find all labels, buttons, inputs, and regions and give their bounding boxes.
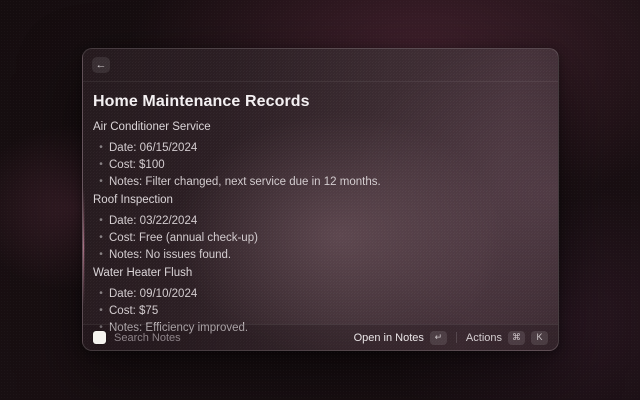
record-item: •Date: 06/15/2024 (93, 142, 548, 154)
record-item-text: Cost: $75 (109, 305, 158, 317)
actions-button[interactable]: Actions ⌘ K (466, 331, 548, 345)
footer-divider (456, 332, 457, 343)
record-section-heading: Water Heater Flush (93, 267, 548, 279)
record-item-text: Date: 03/22/2024 (109, 215, 197, 227)
footer-extension-info: Search Notes (93, 331, 181, 344)
bullet-dot: • (93, 159, 109, 171)
record-item: •Notes: No issues found. (93, 249, 548, 261)
bullet-dot: • (93, 288, 109, 300)
record-item-text: Cost: $100 (109, 159, 165, 171)
bullet-dot: • (93, 215, 109, 227)
record-item: •Cost: Free (annual check-up) (93, 232, 548, 244)
record-list: •Date: 06/15/2024 •Cost: $100 •Notes: Fi… (93, 142, 548, 188)
record-section: Air Conditioner Service •Date: 06/15/202… (93, 121, 548, 188)
actions-label: Actions (466, 332, 502, 344)
record-item-text: Cost: Free (annual check-up) (109, 232, 258, 244)
search-notes-label: Search Notes (114, 332, 181, 344)
record-list: •Date: 03/22/2024 •Cost: Free (annual ch… (93, 215, 548, 261)
notes-detail-panel: ← Home Maintenance Records Air Condition… (82, 48, 559, 351)
k-key-icon: K (531, 331, 548, 345)
bullet-dot: • (93, 249, 109, 261)
footer-bar: Search Notes Open in Notes ↵ Actions ⌘ K (83, 324, 558, 350)
record-item: •Cost: $100 (93, 159, 548, 171)
bullet-dot: • (93, 142, 109, 154)
return-key-icon: ↵ (430, 331, 447, 345)
record-section-heading: Roof Inspection (93, 194, 548, 206)
back-arrow-icon: ← (96, 60, 107, 71)
open-in-notes-label: Open in Notes (354, 332, 424, 344)
footer-actions: Open in Notes ↵ Actions ⌘ K (354, 331, 548, 345)
record-item: •Date: 03/22/2024 (93, 215, 548, 227)
record-item: •Notes: Filter changed, next service due… (93, 176, 548, 188)
bullet-dot: • (93, 232, 109, 244)
record-item-text: Notes: Filter changed, next service due … (109, 176, 381, 188)
notes-app-icon (93, 331, 106, 344)
record-item-text: Date: 06/15/2024 (109, 142, 197, 154)
record-item: •Cost: $75 (93, 305, 548, 317)
header-bar: ← (83, 49, 558, 82)
record-section: Roof Inspection •Date: 03/22/2024 •Cost:… (93, 194, 548, 261)
desktop-background: ← Home Maintenance Records Air Condition… (0, 0, 640, 400)
record-item-text: Date: 09/10/2024 (109, 288, 197, 300)
record-item-text: Notes: No issues found. (109, 249, 231, 261)
open-in-notes-button[interactable]: Open in Notes ↵ (354, 331, 447, 345)
page-title: Home Maintenance Records (93, 93, 548, 110)
note-content: Home Maintenance Records Air Conditioner… (83, 82, 558, 334)
command-key-icon: ⌘ (508, 331, 525, 345)
record-item: •Date: 09/10/2024 (93, 288, 548, 300)
bullet-dot: • (93, 305, 109, 317)
record-section-heading: Air Conditioner Service (93, 121, 548, 133)
back-button[interactable]: ← (92, 57, 110, 73)
bullet-dot: • (93, 176, 109, 188)
